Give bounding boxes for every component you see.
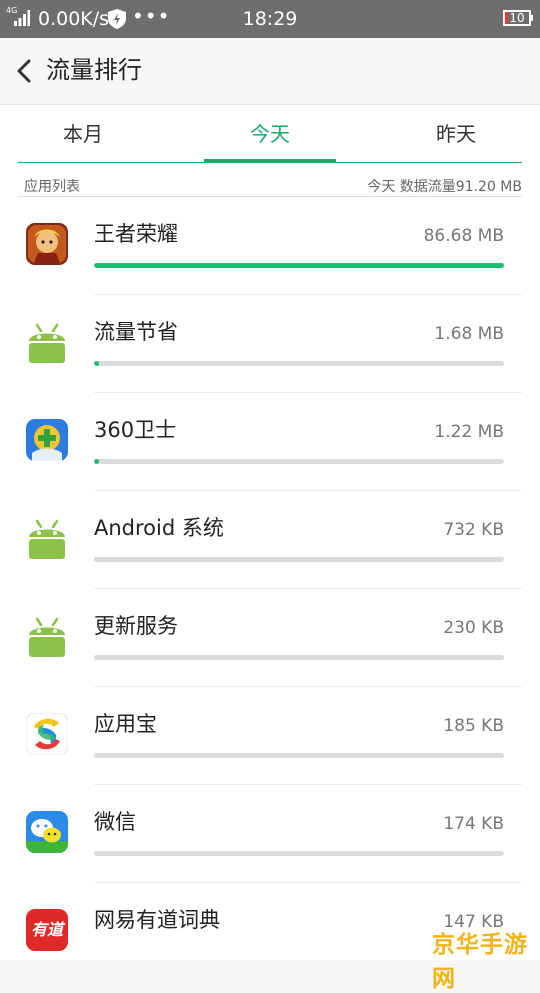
youdao-icon-text: 有道 [30, 920, 63, 939]
list-item[interactable]: Android 系统 732 KB [0, 491, 540, 589]
app-name: 微信 [94, 810, 136, 834]
data-usage-amount: 185 KB [443, 716, 504, 736]
app-store-icon [26, 713, 68, 755]
app-header: 流量排行 [0, 38, 540, 104]
wechat-icon [26, 811, 68, 853]
360-security-icon [26, 419, 68, 461]
usage-bar-fill [94, 263, 504, 268]
page-title: 流量排行 [46, 56, 142, 84]
youdao-dict-icon: 有道 [26, 909, 68, 951]
tab-bar: 本月 今天 昨天 [0, 105, 540, 163]
app-name: 更新服务 [94, 614, 178, 638]
tab-today[interactable]: 今天 [200, 119, 340, 149]
usage-bar [94, 753, 504, 758]
battery-level: 10 [509, 11, 525, 25]
list-item[interactable]: 流量节省 1.68 MB [0, 295, 540, 393]
list-item[interactable]: 王者荣耀 86.68 MB [0, 197, 540, 295]
list-item[interactable]: 360卫士 1.22 MB [0, 393, 540, 491]
list-item[interactable]: 更新服务 230 KB [0, 589, 540, 687]
app-name: 360卫士 [94, 418, 177, 442]
app-name: 流量节省 [94, 320, 178, 344]
android-icon [29, 617, 65, 657]
status-bar: 4G 0.00K/s ••• 18:29 10 [0, 0, 540, 38]
app-usage-list: 王者荣耀 86.68 MB 流量节省 1.68 MB 360卫士 1.22 MB [0, 197, 540, 960]
list-item[interactable]: 应用宝 185 KB [0, 687, 540, 785]
usage-bar-fill [94, 459, 99, 464]
data-usage-amount: 174 KB [443, 814, 504, 834]
app-name: 应用宝 [94, 712, 157, 736]
usage-bar [94, 361, 504, 366]
honor-of-kings-icon [26, 223, 68, 265]
app-name: 网易有道词典 [94, 908, 220, 932]
android-icon [29, 323, 65, 363]
battery-icon: 10 [503, 10, 533, 26]
usage-bar [94, 851, 504, 856]
usage-bar [94, 557, 504, 562]
usage-bar [94, 263, 504, 268]
app-name: Android 系统 [94, 516, 224, 540]
list-item[interactable]: 微信 174 KB [0, 785, 540, 883]
tab-this-month[interactable]: 本月 [13, 119, 153, 149]
list-header: 应用列表 今天 数据流量91.20 MB [0, 163, 540, 197]
data-usage-amount: 732 KB [443, 520, 504, 540]
data-usage-amount: 1.68 MB [434, 324, 504, 344]
usage-bar [94, 655, 504, 660]
data-usage-amount: 1.22 MB [434, 422, 504, 442]
list-header-label: 应用列表 [24, 179, 80, 195]
tab-yesterday[interactable]: 昨天 [386, 119, 526, 149]
watermark: 京华手游网 [432, 932, 528, 992]
data-usage-amount: 86.68 MB [423, 226, 504, 246]
back-arrow-icon[interactable] [14, 58, 36, 84]
app-name: 王者荣耀 [94, 222, 178, 246]
clock: 18:29 [242, 8, 298, 30]
usage-bar-fill [94, 361, 99, 366]
usage-bar [94, 459, 504, 464]
android-icon [29, 519, 65, 559]
daily-total-usage: 今天 数据流量91.20 MB [367, 179, 522, 195]
data-usage-amount: 230 KB [443, 618, 504, 638]
